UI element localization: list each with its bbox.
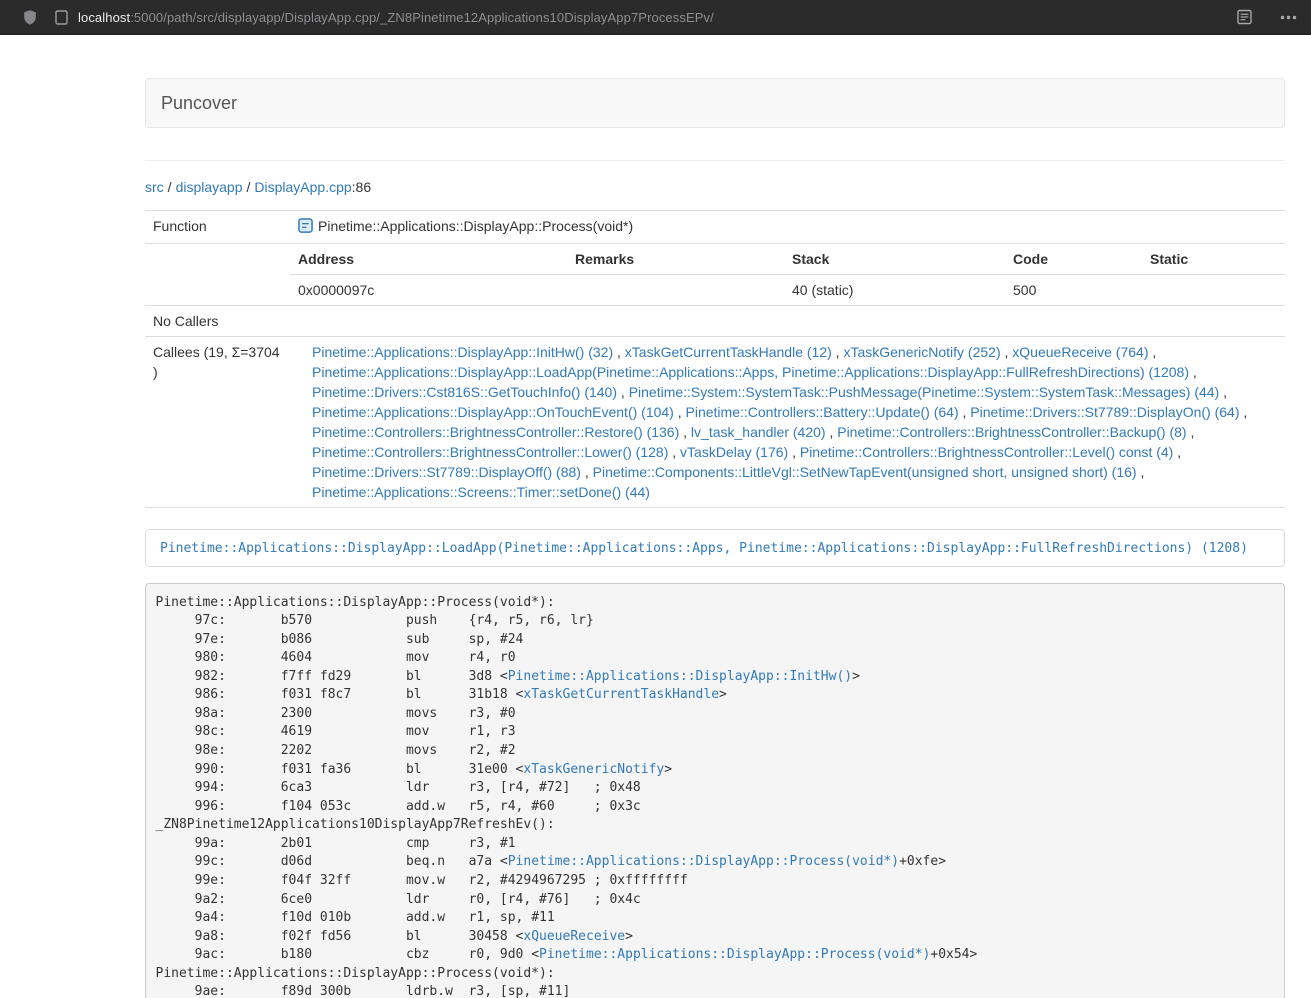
code-text: 98c: 4619 mov r1, r3 <box>156 724 516 739</box>
code-text: Pinetime::Applications::DisplayApp::Proc… <box>156 595 555 610</box>
symbol-table: Function Pinetime::Applications::Display… <box>145 210 1285 508</box>
disassembly-code: Pinetime::Applications::DisplayApp::Proc… <box>145 583 1285 998</box>
callee-link[interactable]: Pinetime::Controllers::BrightnessControl… <box>312 444 668 460</box>
symbol-link[interactable]: xTaskGetCurrentTaskHandle <box>523 687 719 702</box>
col-header-code: Code <box>1005 244 1142 275</box>
code-value: 500 <box>1005 275 1142 306</box>
url-bar[interactable]: localhost:5000/path/src/displayapp/Displ… <box>78 10 714 25</box>
breadcrumb: src/displayapp/DisplayApp.cpp:86 <box>145 177 1285 197</box>
code-text: > <box>664 762 672 777</box>
code-text: 97c: b570 push {r4, r5, r6, lr} <box>156 613 594 628</box>
brand-link[interactable]: Puncover <box>146 93 252 114</box>
function-symbol-name: Pinetime::Applications::DisplayApp::Proc… <box>318 218 633 234</box>
highlighted-callee-link[interactable]: Pinetime::Applications::DisplayApp::Load… <box>160 541 1248 556</box>
symbol-link[interactable]: Pinetime::Applications::DisplayApp::Proc… <box>508 854 899 869</box>
col-header-address: Address <box>290 244 567 275</box>
callee-link[interactable]: lv_task_handler (420) <box>691 424 826 440</box>
breadcrumb-link-displayapp[interactable]: displayapp <box>176 179 243 195</box>
divider <box>145 160 1285 161</box>
callee-link[interactable]: Pinetime::Drivers::St7789::DisplayOff() … <box>312 464 581 480</box>
page-icon <box>55 10 68 25</box>
highlighted-callee-panel[interactable]: Pinetime::Applications::DisplayApp::Load… <box>145 529 1285 567</box>
code-text: 994: 6ca3 ldr r3, [r4, #72] ; 0x48 <box>156 780 641 795</box>
callee-link[interactable]: Pinetime::Applications::DisplayApp::Init… <box>312 344 613 360</box>
static-value <box>1142 275 1285 306</box>
no-callers-label: No Callers <box>145 306 290 337</box>
breadcrumb-link-src[interactable]: src <box>145 179 164 195</box>
callee-link[interactable]: Pinetime::Applications::DisplayApp::Load… <box>312 364 1189 380</box>
details-value-row: 0x0000097c 40 (static) 500 <box>290 275 1285 306</box>
callee-link[interactable]: xTaskGenericNotify (252) <box>843 344 1000 360</box>
callee-link[interactable]: Pinetime::Drivers::St7789::DisplayOn() (… <box>970 404 1239 420</box>
menu-dots-icon[interactable] <box>1280 15 1297 20</box>
callee-link[interactable]: vTaskDelay (176) <box>680 444 788 460</box>
callers-row: No Callers <box>145 306 1285 337</box>
main-content: Puncover src/displayapp/DisplayApp.cpp:8… <box>145 78 1285 998</box>
code-text: +0x54> <box>930 947 977 962</box>
code-text: 9a2: 6ce0 ldr r0, [r4, #76] ; 0x4c <box>156 892 641 907</box>
callee-link[interactable]: xTaskGetCurrentTaskHandle (12) <box>625 344 832 360</box>
callee-link[interactable]: Pinetime::Applications::Screens::Timer::… <box>312 484 650 500</box>
callee-link[interactable]: Pinetime::Drivers::Cst816S::GetTouchInfo… <box>312 384 617 400</box>
details-table: Address Remarks Stack Code Static 0x0000… <box>290 244 1285 305</box>
code-text: 98a: 2300 movs r3, #0 <box>156 706 516 721</box>
symbol-link[interactable]: Pinetime::Applications::DisplayApp::Init… <box>508 669 852 684</box>
breadcrumb-line-number: :86 <box>352 179 371 195</box>
code-text: > <box>719 687 727 702</box>
navbar: Puncover <box>145 78 1285 128</box>
code-text: _ZN8Pinetime12Applications10DisplayApp7R… <box>156 817 555 832</box>
code-text: 980: 4604 mov r4, r0 <box>156 650 516 665</box>
callee-link[interactable]: Pinetime::Controllers::BrightnessControl… <box>800 444 1173 460</box>
code-text: 99e: f04f 32ff mov.w r2, #4294967295 ; 0… <box>156 873 688 888</box>
callee-link[interactable]: Pinetime::Components::LittleVgl::SetNewT… <box>593 464 1137 480</box>
code-text: 98e: 2202 movs r2, #2 <box>156 743 516 758</box>
col-header-remarks: Remarks <box>567 244 784 275</box>
function-row: Function Pinetime::Applications::Display… <box>145 211 1285 244</box>
remarks-value <box>567 275 784 306</box>
url-host: localhost <box>78 10 130 25</box>
col-header-stack: Stack <box>784 244 1005 275</box>
function-row-label: Function <box>145 211 290 244</box>
callees-label: Callees (19, Σ=3704 ) <box>145 337 290 508</box>
function-details-row: Address Remarks Stack Code Static 0x0000… <box>145 244 1285 306</box>
breadcrumb-separator: / <box>247 179 251 195</box>
code-text: > <box>852 669 860 684</box>
code-text: 990: f031 fa36 bl 31e00 < <box>156 762 524 777</box>
callee-link[interactable]: Pinetime::Applications::DisplayApp::OnTo… <box>312 404 674 420</box>
code-text: Pinetime::Applications::DisplayApp::Proc… <box>156 966 555 981</box>
code-text: 99a: 2b01 cmp r3, #1 <box>156 836 516 851</box>
code-text: 9a4: f10d 010b add.w r1, sp, #11 <box>156 910 555 925</box>
breadcrumb-link-file[interactable]: DisplayApp.cpp <box>254 179 351 195</box>
code-text: > <box>625 929 633 944</box>
callee-link[interactable]: Pinetime::Controllers::BrightnessControl… <box>312 424 679 440</box>
function-type-icon <box>298 218 313 238</box>
callee-link[interactable]: xQueueReceive (764) <box>1012 344 1148 360</box>
url-path: :5000/path/src/displayapp/DisplayApp.cpp… <box>130 10 714 25</box>
symbol-link[interactable]: Pinetime::Applications::DisplayApp::Proc… <box>539 947 930 962</box>
code-text: +0xfe> <box>899 854 946 869</box>
code-text: 996: f104 053c add.w r5, r4, #60 ; 0x3c <box>156 799 641 814</box>
code-text: 9a8: f02f fd56 bl 30458 < <box>156 929 524 944</box>
code-text: 97e: b086 sub sp, #24 <box>156 632 524 647</box>
symbol-link[interactable]: xQueueReceive <box>523 929 625 944</box>
symbol-link[interactable]: xTaskGenericNotify <box>523 762 664 777</box>
shield-icon[interactable] <box>22 9 38 26</box>
code-text: 982: f7ff fd29 bl 3d8 < <box>156 669 508 684</box>
stack-value: 40 (static) <box>784 275 1005 306</box>
callees-row: Callees (19, Σ=3704 ) Pinetime::Applicat… <box>145 337 1285 508</box>
col-header-static: Static <box>1142 244 1285 275</box>
code-text: 9ac: b180 cbz r0, 9d0 < <box>156 947 540 962</box>
code-text: 986: f031 f8c7 bl 31b18 < <box>156 687 524 702</box>
callees-list: Pinetime::Applications::DisplayApp::Init… <box>290 337 1285 508</box>
callee-link[interactable]: Pinetime::Controllers::Battery::Update()… <box>686 404 959 420</box>
browser-chrome: localhost:5000/path/src/displayapp/Displ… <box>0 0 1311 35</box>
callee-link[interactable]: Pinetime::System::SystemTask::PushMessag… <box>629 384 1220 400</box>
code-text: 99c: d06d beq.n a7a < <box>156 854 508 869</box>
reader-mode-icon[interactable] <box>1237 9 1252 25</box>
breadcrumb-separator: / <box>168 179 172 195</box>
callee-link[interactable]: Pinetime::Controllers::BrightnessControl… <box>837 424 1186 440</box>
address-value: 0x0000097c <box>290 275 567 306</box>
code-text: 9ae: f89d 300b ldrb.w r3, [sp, #11] <box>156 984 571 998</box>
